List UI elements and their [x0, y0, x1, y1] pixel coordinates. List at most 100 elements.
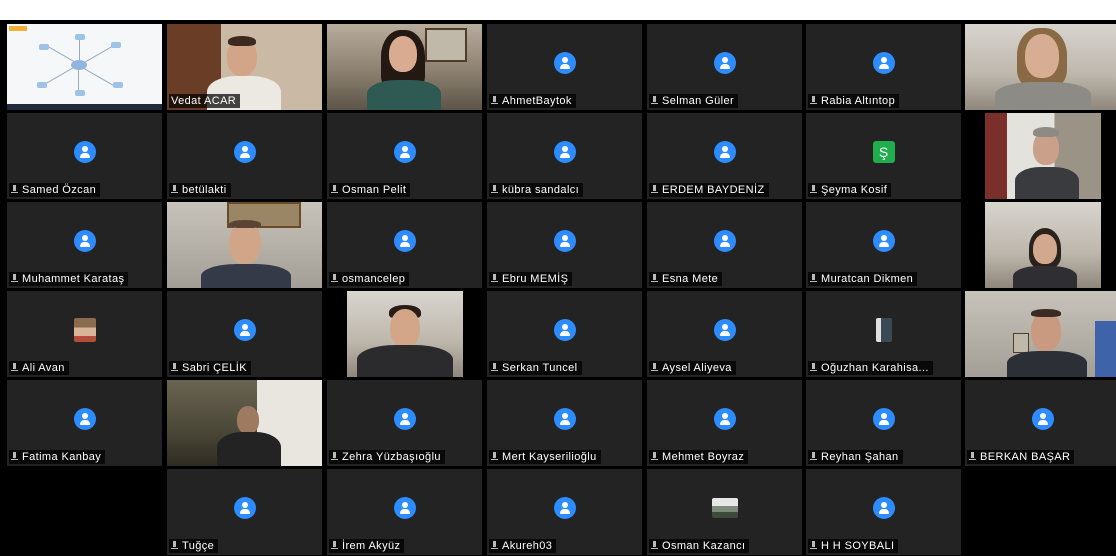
microphone-muted-icon [651, 452, 658, 461]
video-feed [167, 202, 322, 288]
participant-tile-ali[interactable]: Ali Avan [7, 291, 162, 377]
participant-name-label: Reyhan Şahan [808, 450, 903, 464]
participant-tile-hh[interactable]: H H SOYBALI [806, 469, 961, 555]
video-feed [327, 24, 482, 110]
participant-name-label: Esna Mete [649, 272, 723, 286]
participant-tile-osmancelep[interactable]: osmancelep [327, 202, 482, 288]
participant-name-label: Fatima Kanbay [9, 450, 106, 464]
participant-name-label: Oğuzhan Karahisa... [808, 361, 933, 375]
participant-name-label: AhmetBaytok [489, 94, 576, 108]
window-top-strip [0, 0, 1116, 20]
participant-tile-betul[interactable]: betülakti [167, 113, 322, 199]
diagram-node [111, 42, 121, 48]
participant-tile-serkan[interactable]: Serkan Tuncel [487, 291, 642, 377]
participant-tile-berkan[interactable]: BERKAN BAŞAR [965, 380, 1116, 466]
participant-name-label: Rabia Altıntop [808, 94, 900, 108]
microphone-muted-icon [969, 452, 976, 461]
profile-photo [73, 318, 96, 342]
default-user-avatar-icon [73, 408, 96, 430]
participant-tile-aysel[interactable]: Aysel Aliyeva [647, 291, 802, 377]
participant-tile-fatima[interactable]: Fatima Kanbay [7, 380, 162, 466]
default-user-avatar-icon [553, 230, 576, 252]
default-user-avatar-icon [393, 497, 416, 519]
video-feed [347, 291, 463, 377]
participant-name-label: Serkan Tuncel [489, 361, 582, 375]
participant-tile-kubra[interactable]: kübra sandalcı [487, 113, 642, 199]
video-feed [167, 380, 322, 466]
participant-name-label: ERDEM BAYDENİZ [649, 183, 769, 197]
participant-tile-21[interactable] [985, 202, 1101, 288]
participant-tile-zehra[interactable]: Zehra Yüzbaşıoğlu [327, 380, 482, 466]
participant-tile-muratcan[interactable]: Muratcan Dikmen [806, 202, 961, 288]
participant-name-label: Osman Kazancı [649, 539, 750, 553]
participant-tile-selman[interactable]: Selman Güler [647, 24, 802, 110]
default-user-avatar-icon [1031, 408, 1054, 430]
default-user-avatar-icon [553, 408, 576, 430]
participant-tile-muhammet[interactable]: Muhammet Karataş [7, 202, 162, 288]
default-user-avatar-icon [872, 52, 895, 74]
participant-name-label: Tuğçe [169, 539, 219, 553]
participant-name-label: osmancelep [329, 272, 410, 286]
participant-name-label: betülakti [169, 183, 231, 197]
participant-tile-14[interactable] [985, 113, 1101, 199]
default-user-avatar-icon [393, 141, 416, 163]
screen-share-tile[interactable] [7, 24, 162, 110]
microphone-muted-icon [171, 185, 178, 194]
default-user-avatar-icon [713, 52, 736, 74]
participant-tile-16[interactable] [167, 202, 322, 288]
participant-name-label: Mehmet Boyraz [649, 450, 749, 464]
participant-tile-mert[interactable]: Mert Kayserilioğlu [487, 380, 642, 466]
participant-tile-ahmet[interactable]: AhmetBaytok [487, 24, 642, 110]
participant-name-label: Muhammet Karataş [9, 272, 129, 286]
diagram-center-node [71, 60, 87, 70]
participant-tile-ebru[interactable]: Ebru MEMİŞ [487, 202, 642, 288]
participant-tile-vedat[interactable]: Vedat ACAR [167, 24, 322, 110]
participant-name-label: BERKAN BAŞAR [967, 450, 1075, 464]
participant-name-label: kübra sandalcı [489, 183, 584, 197]
participant-tile-erdem[interactable]: ERDEM BAYDENİZ [647, 113, 802, 199]
participant-name-label: Samed Özcan [9, 183, 101, 197]
default-user-avatar-icon [393, 230, 416, 252]
microphone-muted-icon [331, 185, 338, 194]
microphone-muted-icon [651, 363, 658, 372]
participant-tile-2[interactable] [327, 24, 482, 110]
participant-tile-28[interactable] [965, 291, 1116, 377]
participant-name-label: Ali Avan [9, 361, 69, 375]
microphone-muted-icon [491, 185, 498, 194]
participant-tile-osman-pelit[interactable]: Osman Pelit [327, 113, 482, 199]
participant-tile-oguzhan[interactable]: Oğuzhan Karahisa... [806, 291, 961, 377]
participant-tile-rabia[interactable]: Rabia Altıntop [806, 24, 961, 110]
gallery-view: Vedat ACAR AhmetBaytok Selman Güler Rabi… [0, 20, 1116, 556]
participant-tile-sabri[interactable]: Sabri ÇELİK [167, 291, 322, 377]
participant-name-label: Aysel Aliyeva [649, 361, 736, 375]
participant-tile-7[interactable] [965, 24, 1116, 110]
video-feed [965, 24, 1116, 110]
participant-tile-akureh[interactable]: Akureh03 [487, 469, 642, 555]
participant-tile-30[interactable] [167, 380, 322, 466]
participant-tile-24[interactable] [347, 291, 463, 377]
default-user-avatar-icon [73, 230, 96, 252]
participant-tile-seyma[interactable]: Ş Şeyma Kosif [806, 113, 961, 199]
participant-name-label: Ebru MEMİŞ [489, 272, 573, 286]
default-user-avatar-icon [713, 408, 736, 430]
video-feed [965, 291, 1116, 377]
participant-tile-tugce[interactable]: Tuğçe [167, 469, 322, 555]
participant-tile-mehmet[interactable]: Mehmet Boyraz [647, 380, 802, 466]
default-user-avatar-icon [553, 52, 576, 74]
microphone-muted-icon [171, 541, 178, 550]
microphone-muted-icon [810, 363, 817, 372]
participant-tile-samed[interactable]: Samed Özcan [7, 113, 162, 199]
diagram-node [75, 34, 85, 40]
participant-tile-osman-kazanci[interactable]: Osman Kazancı [647, 469, 802, 555]
microphone-muted-icon [171, 363, 178, 372]
default-user-avatar-icon [553, 319, 576, 341]
microphone-muted-icon [810, 96, 817, 105]
default-user-avatar-icon [872, 408, 895, 430]
microphone-muted-icon [810, 452, 817, 461]
participant-tile-esna[interactable]: Esna Mete [647, 202, 802, 288]
participant-name-label: Şeyma Kosif [808, 183, 892, 197]
participant-name-label: Zehra Yüzbaşıoğlu [329, 450, 445, 464]
participant-tile-reyhan[interactable]: Reyhan Şahan [806, 380, 961, 466]
participant-tile-irem[interactable]: İrem Akyüz [327, 469, 482, 555]
microphone-muted-icon [491, 274, 498, 283]
